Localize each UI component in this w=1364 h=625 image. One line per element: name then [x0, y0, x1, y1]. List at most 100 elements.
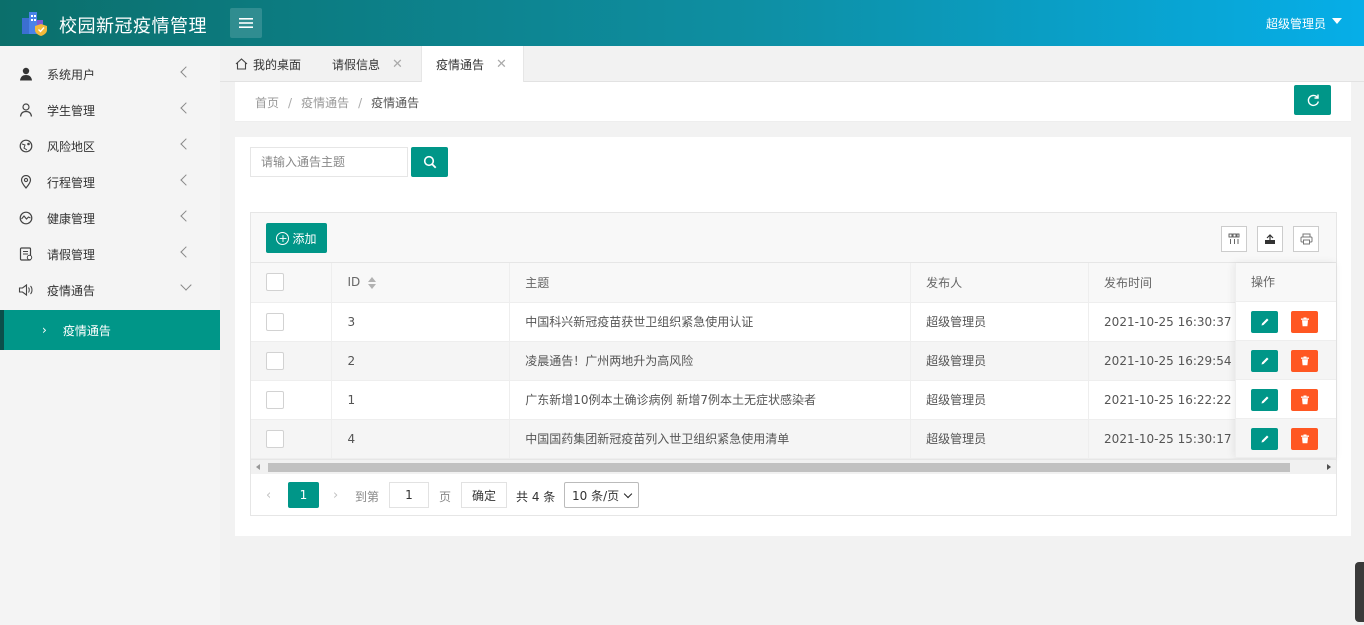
close-icon[interactable]: ✕	[392, 57, 403, 72]
table-toolbar: + 添加	[251, 213, 1336, 263]
sidebar-item-label: 风险地区	[47, 139, 96, 154]
edit-button[interactable]	[1251, 389, 1278, 411]
page-label: 页	[439, 490, 452, 504]
speaker-icon	[18, 282, 34, 298]
logo-icon	[20, 10, 50, 36]
scrollbar-thumb[interactable]	[268, 463, 1290, 472]
sidebar-item-notices[interactable]: 疫情通告	[0, 272, 220, 308]
page-size-select[interactable]: 10 条/页	[564, 482, 639, 508]
cell-id: 1	[331, 380, 511, 420]
trash-icon	[1300, 395, 1309, 405]
table-row: 2 凌晨通告！广州两地升为高风险 超级管理员 2021-10-25 16:29:…	[251, 341, 1336, 381]
sidebar-item-students[interactable]: 学生管理	[0, 92, 220, 128]
prev-page-icon[interactable]: ‹	[266, 488, 271, 503]
goto-page-input[interactable]	[389, 482, 429, 508]
column-header-operations: 操作	[1236, 263, 1336, 302]
trash-icon	[1300, 356, 1309, 366]
search-input[interactable]	[250, 147, 408, 177]
breadcrumb-home[interactable]: 首页	[255, 96, 279, 110]
cell-subject: 凌晨通告！广州两地升为高风险	[509, 341, 912, 381]
tab-notices[interactable]: 疫情通告 ✕	[421, 46, 524, 82]
row-checkbox[interactable]	[266, 390, 284, 409]
chevron-left-icon	[180, 138, 192, 150]
sort-icon[interactable]	[368, 276, 377, 289]
caret-down-icon[interactable]	[1332, 18, 1342, 24]
trash-icon	[1300, 434, 1309, 444]
breadcrumb: 首页 / 疫情通告 / 疫情通告	[255, 94, 419, 111]
select-all-checkbox[interactable]	[266, 273, 284, 292]
page-number-current[interactable]: 1	[288, 482, 319, 508]
breadcrumb-parent[interactable]: 疫情通告	[301, 96, 349, 110]
search-button[interactable]	[411, 147, 448, 177]
sidebar-item-health[interactable]: 健康管理	[0, 200, 220, 236]
delete-button[interactable]	[1291, 350, 1318, 372]
risk-area-icon	[18, 138, 34, 154]
row-checkbox[interactable]	[266, 351, 284, 370]
cell-id: 4	[331, 419, 511, 459]
cell-subject: 中国科兴新冠疫苗获世卫组织紧急使用认证	[509, 302, 912, 342]
sidebar-item-label: 健康管理	[47, 211, 96, 226]
export-button[interactable]	[1257, 226, 1283, 252]
export-icon	[1265, 234, 1275, 244]
pencil-icon	[1261, 357, 1268, 365]
sidebar-subitem-notices[interactable]: › 疫情通告	[0, 310, 220, 350]
row-checkbox[interactable]	[266, 312, 284, 331]
table-header-row: ID 主题 发布人 发布时间	[251, 263, 1336, 303]
sidebar-item-risk-areas[interactable]: 风险地区	[0, 128, 220, 164]
delete-button[interactable]	[1291, 311, 1318, 333]
cell-id: 2	[331, 341, 511, 381]
top-header: 校园新冠疫情管理 超级管理员	[0, 0, 1364, 46]
tab-label: 疫情通告	[436, 57, 485, 72]
floating-side-widget[interactable]	[1355, 562, 1364, 622]
student-icon	[18, 102, 34, 118]
cell-time: 2021-10-25 16:29:54	[1088, 341, 1237, 381]
refresh-button[interactable]	[1294, 85, 1331, 115]
pencil-icon	[1261, 396, 1268, 404]
tab-my-desktop[interactable]: 我的桌面	[235, 46, 301, 82]
sidebar-item-label: 疫情通告	[47, 283, 96, 298]
operations-cell	[1236, 419, 1336, 458]
tab-leave-info[interactable]: 请假信息 ✕	[332, 46, 403, 82]
row-select-cell	[251, 302, 333, 342]
row-select-cell	[251, 341, 333, 381]
delete-button[interactable]	[1291, 428, 1318, 450]
chevron-left-icon	[180, 66, 192, 78]
goto-confirm-button[interactable]: 确定	[461, 482, 507, 508]
chevron-left-icon	[180, 102, 192, 114]
scroll-right-arrow-icon[interactable]	[1327, 464, 1331, 470]
horizontal-scrollbar[interactable]	[251, 459, 1336, 474]
chevron-down-icon	[623, 489, 633, 499]
chevron-down-icon	[180, 279, 192, 291]
row-select-cell	[251, 380, 333, 420]
cell-subject: 广东新增10例本土确诊病例 新增7例本土无症状感染者	[509, 380, 912, 420]
chevron-left-icon	[180, 246, 192, 258]
scroll-left-arrow-icon[interactable]	[256, 464, 260, 470]
menu-toggle-button[interactable]	[230, 8, 262, 38]
user-menu[interactable]: 超级管理员	[1266, 15, 1326, 32]
sidebar-item-label: 行程管理	[47, 175, 96, 190]
notice-table: ID 主题 发布人 发布时间 3 中国科兴新冠疫苗获世卫组织紧急使用认证 超级管…	[251, 263, 1336, 459]
column-header-id[interactable]: ID	[331, 263, 511, 303]
edit-button[interactable]	[1251, 428, 1278, 450]
close-icon[interactable]: ✕	[496, 57, 507, 72]
column-header-publisher: 发布人	[910, 263, 1090, 303]
sidebar-item-leave[interactable]: 请假管理	[0, 236, 220, 272]
operations-cell	[1236, 341, 1336, 380]
delete-button[interactable]	[1291, 389, 1318, 411]
columns-filter-button[interactable]	[1221, 226, 1247, 252]
next-page-icon[interactable]: ›	[333, 488, 338, 503]
edit-button[interactable]	[1251, 350, 1278, 372]
cell-time: 2021-10-25 16:22:22	[1088, 380, 1237, 420]
sidebar-item-system-users[interactable]: 系统用户	[0, 56, 220, 92]
edit-button[interactable]	[1251, 311, 1278, 333]
print-button[interactable]	[1293, 226, 1319, 252]
select-all-cell	[251, 263, 333, 303]
row-select-cell	[251, 419, 333, 459]
chevron-left-icon	[180, 210, 192, 222]
sidebar-item-label: 系统用户	[47, 67, 96, 82]
row-checkbox[interactable]	[266, 429, 284, 448]
pencil-icon	[1261, 318, 1268, 326]
add-button[interactable]: + 添加	[266, 223, 327, 253]
goto-label: 到第	[355, 490, 380, 504]
sidebar-item-itinerary[interactable]: 行程管理	[0, 164, 220, 200]
